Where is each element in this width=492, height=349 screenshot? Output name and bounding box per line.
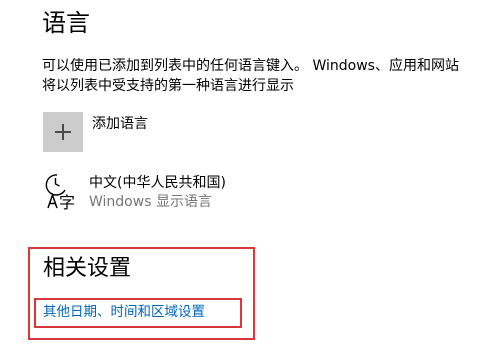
language-description-line-1: 可以使用已添加到列表中的任何语言键入。 Windows、应用和网站 xyxy=(42,58,459,74)
add-language-label: 添加语言 xyxy=(92,116,148,132)
plus-icon xyxy=(43,112,83,152)
language-settings-page: 语言 可以使用已添加到列表中的任何语言键入。 Windows、应用和网站 将以列… xyxy=(0,0,492,349)
date-time-region-settings-link[interactable]: 其他日期、时间和区域设置 xyxy=(43,303,205,321)
svg-text:字: 字 xyxy=(59,193,75,210)
language-description-line-2: 将以列表中受支持的第一种语言进行显示 xyxy=(42,78,294,94)
language-subtitle: Windows 显示语言 xyxy=(89,194,212,210)
language-item-text: 中文(中华人民共和国) Windows 显示语言 xyxy=(89,174,226,214)
related-settings-title: 相关设置 xyxy=(43,256,132,281)
add-language-button[interactable]: 添加语言 xyxy=(43,112,148,152)
language-list-item[interactable]: 字 中文(中华人民共和国) Windows 显示语言 xyxy=(44,172,226,214)
language-description: 可以使用已添加到列表中的任何语言键入。 Windows、应用和网站 将以列表中受… xyxy=(42,56,459,96)
language-display-icon: 字 xyxy=(45,174,75,210)
language-section-title: 语言 xyxy=(42,9,90,37)
language-name: 中文(中华人民共和国) xyxy=(89,175,226,191)
